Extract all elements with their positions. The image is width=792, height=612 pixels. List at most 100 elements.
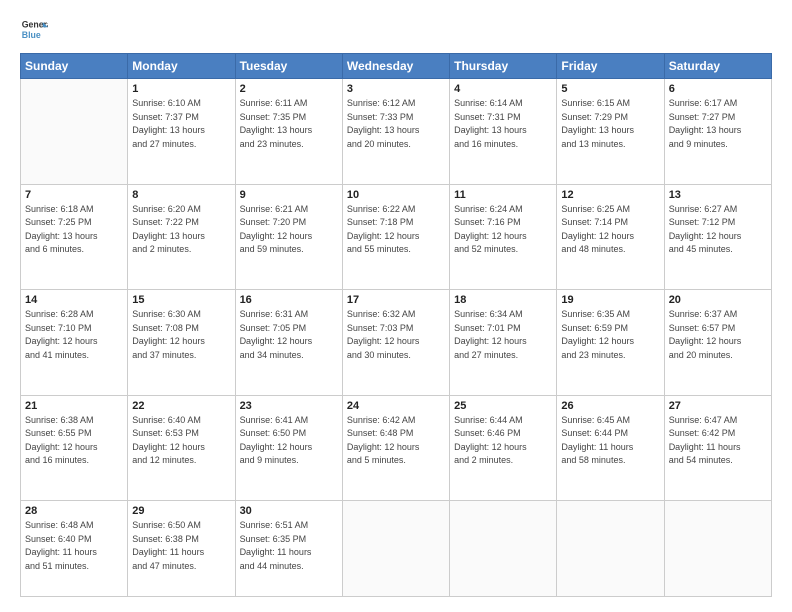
day-number: 6 [669,83,767,95]
day-info: Sunrise: 6:21 AM Sunset: 7:20 PM Dayligh… [240,203,338,257]
day-number: 12 [561,189,659,201]
calendar-cell: 21 Sunrise: 6:38 AM Sunset: 6:55 PM Dayli… [21,395,128,501]
calendar-cell: 4Sunrise: 6:14 AM Sunset: 7:31 PM Daylig… [450,79,557,185]
day-number: 13 [669,189,767,201]
day-number: 22 [132,400,230,412]
calendar-cell: 19 Sunrise: 6:35 AM Sunset: 6:59 PM Dayli… [557,290,664,396]
calendar-cell [342,501,449,597]
day-info: Sunrise: 6:22 AM Sunset: 7:18 PM Dayligh… [347,203,445,257]
day-info: Sunrise: 6:11 AM Sunset: 7:35 PM Dayligh… [240,97,338,151]
day-number: 20 [669,294,767,306]
day-info: Sunrise: 6:17 AM Sunset: 7:27 PM Dayligh… [669,97,767,151]
calendar-cell: 14 Sunrise: 6:28 AM Sunset: 7:10 PM Dayli… [21,290,128,396]
weekday-header-sunday: Sunday [21,54,128,79]
week-row-5: 28 Sunrise: 6:48 AM Sunset: 6:40 PM Dayli… [21,501,772,597]
day-number: 18 [454,294,552,306]
weekday-header-tuesday: Tuesday [235,54,342,79]
calendar-table: SundayMondayTuesdayWednesdayThursdayFrid… [20,53,772,597]
calendar-cell: 28 Sunrise: 6:48 AM Sunset: 6:40 PM Dayli… [21,501,128,597]
calendar-cell: 23 Sunrise: 6:41 AM Sunset: 6:50 PM Dayli… [235,395,342,501]
calendar-cell [557,501,664,597]
day-number: 1 [132,83,230,95]
day-info: Sunrise: 6:44 AM Sunset: 6:46 PM Dayligh… [454,414,552,468]
day-info: Sunrise: 6:48 AM Sunset: 6:40 PM Dayligh… [25,519,123,573]
week-row-3: 14 Sunrise: 6:28 AM Sunset: 7:10 PM Dayli… [21,290,772,396]
week-row-2: 7 Sunrise: 6:18 AM Sunset: 7:25 PM Daylig… [21,184,772,290]
calendar-cell: 3 Sunrise: 6:12 AM Sunset: 7:33 PM Daylig… [342,79,449,185]
day-number: 21 [25,400,123,412]
day-number: 16 [240,294,338,306]
day-info: Sunrise: 6:15 AM Sunset: 7:29 PM Dayligh… [561,97,659,151]
weekday-header-friday: Friday [557,54,664,79]
calendar-cell [450,501,557,597]
week-row-4: 21 Sunrise: 6:38 AM Sunset: 6:55 PM Dayli… [21,395,772,501]
day-number: 28 [25,505,123,517]
day-info: Sunrise: 6:40 AM Sunset: 6:53 PM Dayligh… [132,414,230,468]
day-info: Sunrise: 6:38 AM Sunset: 6:55 PM Dayligh… [25,414,123,468]
day-info: Sunrise: 6:25 AM Sunset: 7:14 PM Dayligh… [561,203,659,257]
day-number: 9 [240,189,338,201]
day-info: Sunrise: 6:47 AM Sunset: 6:42 PM Dayligh… [669,414,767,468]
logo-icon: General Blue [20,15,48,43]
day-number: 15 [132,294,230,306]
calendar-cell: 22 Sunrise: 6:40 AM Sunset: 6:53 PM Dayli… [128,395,235,501]
week-row-1: 1 Sunrise: 6:10 AM Sunset: 7:37 PM Daylig… [21,79,772,185]
calendar-cell: 27 Sunrise: 6:47 AM Sunset: 6:42 PM Dayli… [664,395,771,501]
logo: General Blue [20,15,48,43]
day-info: Sunrise: 6:27 AM Sunset: 7:12 PM Dayligh… [669,203,767,257]
day-number: 25 [454,400,552,412]
day-info: Sunrise: 6:35 AM Sunset: 6:59 PM Dayligh… [561,308,659,362]
calendar-cell: 7 Sunrise: 6:18 AM Sunset: 7:25 PM Daylig… [21,184,128,290]
day-number: 5 [561,83,659,95]
calendar-cell: 11Sunrise: 6:24 AM Sunset: 7:16 PM Dayli… [450,184,557,290]
day-info: Sunrise: 6:32 AM Sunset: 7:03 PM Dayligh… [347,308,445,362]
day-number: 10 [347,189,445,201]
day-number: 17 [347,294,445,306]
calendar-cell: 15 Sunrise: 6:30 AM Sunset: 7:08 PM Dayli… [128,290,235,396]
weekday-header-thursday: Thursday [450,54,557,79]
weekday-header-row: SundayMondayTuesdayWednesdayThursdayFrid… [21,54,772,79]
page: General Blue SundayMondayTuesdayWednesda… [0,0,792,612]
calendar-cell: 30Sunrise: 6:51 AM Sunset: 6:35 PM Dayli… [235,501,342,597]
calendar-cell: 17 Sunrise: 6:32 AM Sunset: 7:03 PM Dayli… [342,290,449,396]
calendar-cell: 2Sunrise: 6:11 AM Sunset: 7:35 PM Daylig… [235,79,342,185]
day-info: Sunrise: 6:18 AM Sunset: 7:25 PM Dayligh… [25,203,123,257]
calendar-cell: 6 Sunrise: 6:17 AM Sunset: 7:27 PM Daylig… [664,79,771,185]
day-number: 23 [240,400,338,412]
day-info: Sunrise: 6:30 AM Sunset: 7:08 PM Dayligh… [132,308,230,362]
calendar-cell: 20 Sunrise: 6:37 AM Sunset: 6:57 PM Dayli… [664,290,771,396]
weekday-header-monday: Monday [128,54,235,79]
day-info: Sunrise: 6:10 AM Sunset: 7:37 PM Dayligh… [132,97,230,151]
calendar-cell: 9 Sunrise: 6:21 AM Sunset: 7:20 PM Daylig… [235,184,342,290]
calendar-cell: 26 Sunrise: 6:45 AM Sunset: 6:44 PM Dayli… [557,395,664,501]
day-number: 26 [561,400,659,412]
day-info: Sunrise: 6:42 AM Sunset: 6:48 PM Dayligh… [347,414,445,468]
day-info: Sunrise: 6:37 AM Sunset: 6:57 PM Dayligh… [669,308,767,362]
calendar-cell: 18 Sunrise: 6:34 AM Sunset: 7:01 PM Dayli… [450,290,557,396]
day-info: Sunrise: 6:34 AM Sunset: 7:01 PM Dayligh… [454,308,552,362]
day-info: Sunrise: 6:28 AM Sunset: 7:10 PM Dayligh… [25,308,123,362]
day-number: 19 [561,294,659,306]
day-info: Sunrise: 6:24 AM Sunset: 7:16 PM Dayligh… [454,203,552,257]
calendar-cell: 25 Sunrise: 6:44 AM Sunset: 6:46 PM Dayli… [450,395,557,501]
day-number: 14 [25,294,123,306]
day-info: Sunrise: 6:50 AM Sunset: 6:38 PM Dayligh… [132,519,230,573]
day-info: Sunrise: 6:20 AM Sunset: 7:22 PM Dayligh… [132,203,230,257]
day-number: 3 [347,83,445,95]
day-info: Sunrise: 6:41 AM Sunset: 6:50 PM Dayligh… [240,414,338,468]
calendar-cell: 29Sunrise: 6:50 AM Sunset: 6:38 PM Dayli… [128,501,235,597]
calendar-cell: 16Sunrise: 6:31 AM Sunset: 7:05 PM Dayli… [235,290,342,396]
day-number: 4 [454,83,552,95]
calendar-cell: 8Sunrise: 6:20 AM Sunset: 7:22 PM Daylig… [128,184,235,290]
calendar-cell [664,501,771,597]
calendar-cell: 5 Sunrise: 6:15 AM Sunset: 7:29 PM Daylig… [557,79,664,185]
day-info: Sunrise: 6:51 AM Sunset: 6:35 PM Dayligh… [240,519,338,573]
day-number: 7 [25,189,123,201]
calendar-cell [21,79,128,185]
svg-text:Blue: Blue [22,30,41,40]
day-info: Sunrise: 6:45 AM Sunset: 6:44 PM Dayligh… [561,414,659,468]
calendar-cell: 12 Sunrise: 6:25 AM Sunset: 7:14 PM Dayli… [557,184,664,290]
day-number: 27 [669,400,767,412]
weekday-header-saturday: Saturday [664,54,771,79]
day-info: Sunrise: 6:12 AM Sunset: 7:33 PM Dayligh… [347,97,445,151]
